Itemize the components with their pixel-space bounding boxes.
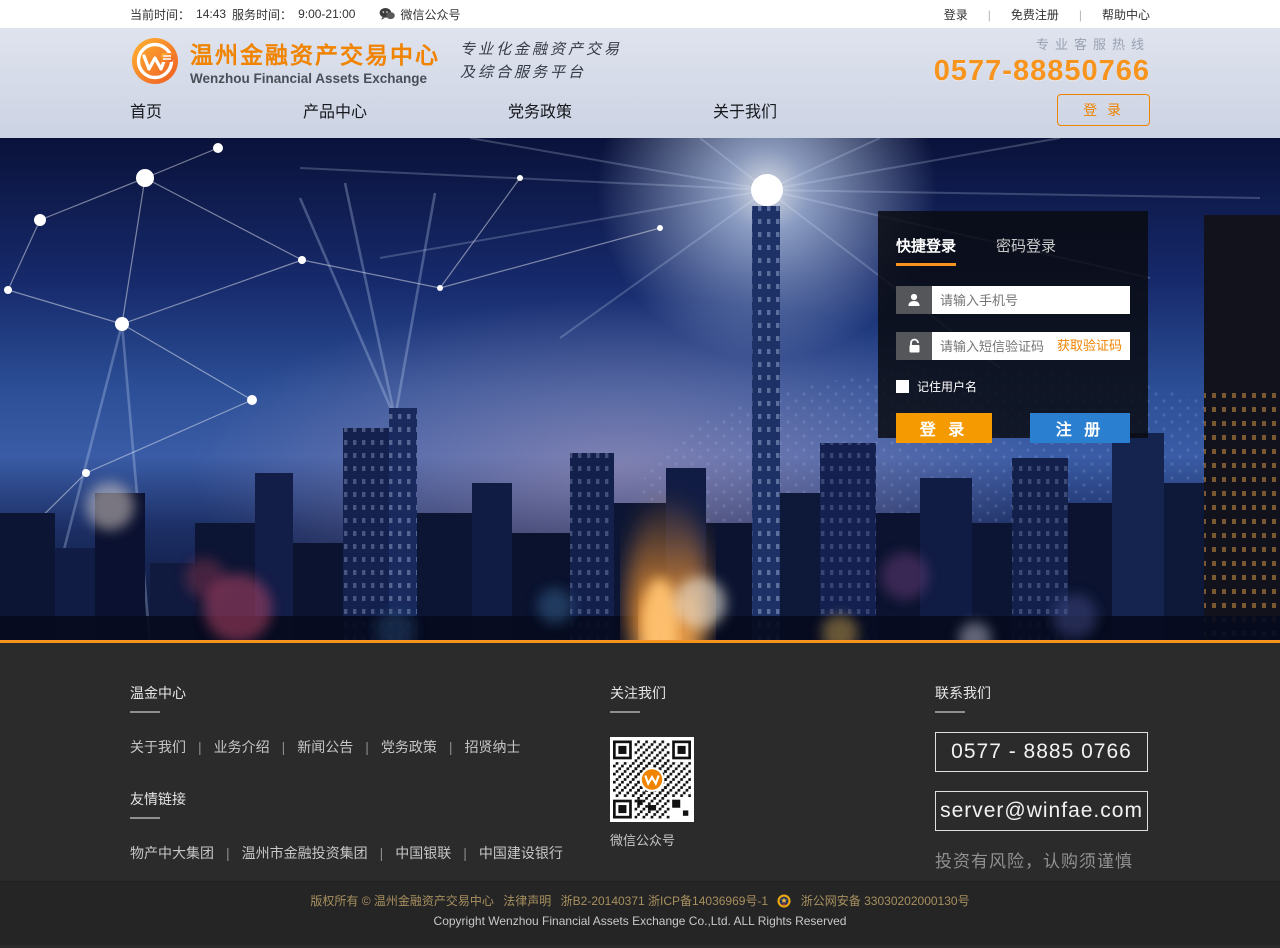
get-code-link[interactable]: 获取验证码 [1057, 332, 1122, 360]
footer-link[interactable]: 关于我们 [130, 737, 186, 757]
copyright-line-2: Copyright Wenzhou Financial Assets Excha… [0, 912, 1280, 930]
friend-link[interactable]: 物产中大集团 [130, 843, 214, 863]
wechat-icon [379, 7, 395, 21]
footer-link[interactable]: 业务介绍 [186, 737, 270, 757]
wechat-qr-code [610, 737, 694, 822]
footer-link[interactable]: 新闻公告 [270, 737, 354, 757]
main-navigation: 首页 产品中心 党务政策 关于我们 登 录 [130, 86, 1150, 134]
site-tagline: 专业化金融资产交易 及综合服务平台 [460, 38, 622, 85]
nav-item[interactable]: 产品中心 [303, 98, 367, 122]
remember-label: 记住用户名 [917, 378, 977, 395]
remember-row: 记住用户名 [896, 378, 1130, 395]
hotline-number: 0577-88850766 [934, 55, 1150, 88]
service-hotline: 专业客服热线 0577-88850766 [934, 34, 1150, 88]
hotline-label: 专业客服热线 [934, 34, 1150, 53]
current-time-label: 当前时间： [130, 6, 190, 23]
sms-code-input-row: 获取验证码 [896, 332, 1130, 360]
site-name-block: 温州金融资产交易中心 Wenzhou Financial Assets Exch… [190, 36, 440, 86]
site-name-cn: 温州金融资产交易中心 [190, 36, 440, 70]
footer-heading-follow: 关注我们 [610, 683, 694, 703]
footer-heading-contact: 联系我们 [935, 683, 1148, 703]
user-icon [896, 286, 932, 314]
heading-underline [130, 711, 160, 713]
time-info: 当前时间： 14:43 服务时间： 9:00-21:00 微信公众号 [130, 6, 460, 23]
register-button[interactable]: 注 册 [1030, 413, 1130, 443]
footer-friend-links: 物产中大集团温州市金融投资集团中国银联中国建设银行 [130, 843, 563, 863]
login-button[interactable]: 登 录 [896, 413, 992, 443]
contact-phone[interactable]: 0577 - 8885 0766 [935, 732, 1148, 772]
nav-item[interactable]: 党务政策 [508, 98, 572, 122]
heading-underline [130, 817, 160, 819]
footer-heading-center: 温金中心 [130, 683, 563, 703]
login-tabs: 快捷登录 密码登录 [896, 235, 1130, 266]
tagline-line-1: 专业化金融资产交易 [460, 38, 622, 61]
footer-follow-column: 关注我们 [610, 683, 694, 849]
heading-underline [935, 711, 965, 713]
police-badge-icon [777, 894, 791, 908]
hero-banner: 快捷登录 密码登录 获取验证码 记住用户名 [0, 138, 1280, 643]
friend-links-block: 友情链接 物产中大集团温州市金融投资集团中国银联中国建设银行 [130, 789, 563, 863]
login-actions: 登 录 注 册 [896, 413, 1130, 443]
site-header: 温州金融资产交易中心 Wenzhou Financial Assets Exch… [0, 28, 1280, 138]
service-time-label: 服务时间： [232, 6, 292, 23]
nav-item[interactable]: 关于我们 [713, 98, 777, 122]
nav-item-list: 首页 产品中心 党务政策 关于我们 [130, 98, 918, 122]
site-name-en: Wenzhou Financial Assets Exchange [190, 71, 440, 86]
wechat-top-label: 微信公众号 [400, 6, 460, 23]
legal-notice-link[interactable]: 法律声明 [503, 894, 551, 908]
phone-input[interactable] [932, 286, 1130, 314]
footer-link[interactable]: 招贤纳士 [437, 737, 521, 757]
account-links: 登录免费注册帮助中心 [944, 6, 1150, 23]
tab-password-login[interactable]: 密码登录 [996, 235, 1056, 266]
footer-contact-column: 联系我们 0577 - 8885 0766 server@winfae.com … [935, 683, 1148, 872]
friend-link[interactable]: 中国建设银行 [451, 843, 563, 863]
wechat-top-link[interactable]: 微信公众号 [379, 6, 460, 23]
tab-quick-login[interactable]: 快捷登录 [896, 235, 956, 266]
phone-input-row [896, 286, 1130, 314]
topbar-link[interactable]: 免费注册 [968, 6, 1059, 23]
footer-heading-friends: 友情链接 [130, 789, 563, 809]
footer-center-column: 温金中心 关于我们业务介绍新闻公告党务政策招贤纳士 友情链接 物产中大集团温州市… [130, 683, 563, 863]
current-time-value: 14:43 [196, 7, 226, 21]
login-panel: 快捷登录 密码登录 获取验证码 记住用户名 [878, 211, 1148, 438]
site-footer: 温金中心 关于我们业务介绍新闻公告党务政策招贤纳士 友情链接 物产中大集团温州市… [0, 643, 1280, 881]
service-time-value: 9:00-21:00 [298, 7, 355, 21]
nav-item[interactable]: 首页 [130, 98, 162, 122]
friend-link[interactable]: 中国银联 [368, 843, 452, 863]
icp-number: 浙B2-20140371 浙ICP备14036969号-1 [561, 894, 768, 908]
contact-email[interactable]: server@winfae.com [935, 791, 1148, 831]
footer-center-links: 关于我们业务介绍新闻公告党务政策招贤纳士 [130, 737, 563, 757]
footer-link[interactable]: 党务政策 [353, 737, 437, 757]
risk-warning: 投资有风险，认购须谨慎 [935, 847, 1148, 872]
qr-caption: 微信公众号 [610, 830, 694, 849]
top-utility-bar: 当前时间： 14:43 服务时间： 9:00-21:00 微信公众号 登录免费注… [0, 0, 1280, 28]
copyright-notice: 版权所有 © 温州金融资产交易中心 [310, 894, 494, 908]
friend-link[interactable]: 温州市金融投资集团 [214, 843, 368, 863]
header-login-button[interactable]: 登 录 [1057, 94, 1150, 126]
topbar-link[interactable]: 登录 [944, 6, 968, 23]
lock-icon [896, 332, 932, 360]
copyright-line-1: 版权所有 © 温州金融资产交易中心 法律声明 浙B2-20140371 浙ICP… [0, 892, 1280, 910]
site-logo-icon[interactable] [130, 36, 180, 86]
heading-underline [610, 711, 640, 713]
remember-checkbox[interactable] [896, 380, 909, 393]
psb-record-link[interactable]: 浙公网安备 33030202000130号 [801, 894, 970, 908]
copyright-bar: 版权所有 © 温州金融资产交易中心 法律声明 浙B2-20140371 浙ICP… [0, 881, 1280, 945]
topbar-link[interactable]: 帮助中心 [1059, 6, 1150, 23]
tagline-line-2: 及综合服务平台 [460, 61, 622, 84]
